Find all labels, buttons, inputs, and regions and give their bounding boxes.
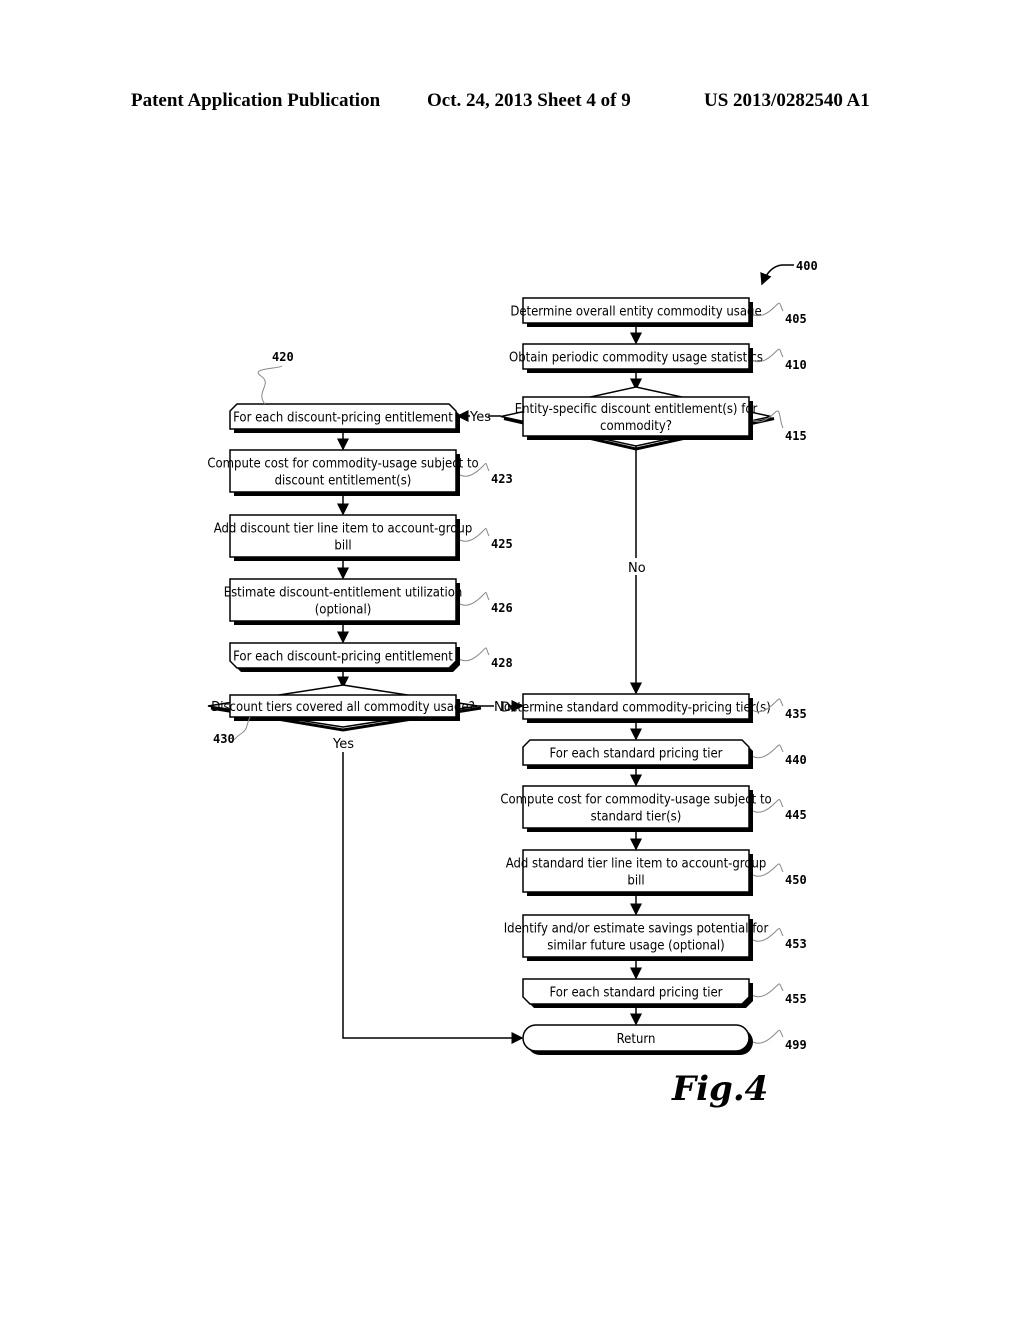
- reference-number: 455: [785, 992, 807, 1006]
- node-text: Add discount tier line item to account-g…: [214, 522, 473, 537]
- reference-number: 415: [785, 429, 807, 443]
- node-text: (optional): [315, 603, 372, 618]
- reference-number: 430: [213, 732, 235, 746]
- figure-reference-number: 400: [796, 259, 818, 273]
- reference-number: 426: [491, 601, 513, 615]
- edge-label-yes: Yes: [332, 737, 354, 752]
- edge-label-no: No: [628, 561, 646, 576]
- flow-node-415: Entity-specific discount entitlement(s) …: [500, 386, 784, 451]
- node-text: similar future usage (optional): [547, 939, 724, 954]
- node-text: discount entitlement(s): [275, 474, 412, 489]
- flow-node-420: For each discount-pricing entitlement: [229, 365, 460, 433]
- flow-node-445: Compute cost for commodity-usage subject…: [500, 785, 784, 832]
- node-text: Discount tiers covered all commodity usa…: [211, 700, 475, 715]
- flow-node-453: Identify and/or estimate savings potenti…: [504, 914, 784, 961]
- node-text: Return: [617, 1032, 656, 1047]
- flow-node-450: Add standard tier line item to account-g…: [506, 849, 784, 896]
- node-text: For each discount-pricing entitlement: [233, 650, 453, 665]
- leader-line: [752, 744, 784, 759]
- edge-yes-430: [342, 752, 524, 1044]
- node-text: Estimate discount-entitlement utilizatio…: [224, 586, 463, 601]
- node-text: Add standard tier line item to account-g…: [506, 857, 767, 872]
- node-text: For each discount-pricing entitlement: [233, 411, 453, 426]
- leader-line: [752, 983, 784, 998]
- edge-label-no: No: [494, 700, 512, 715]
- leader-line: [459, 592, 490, 606]
- reference-number: 435: [785, 707, 807, 721]
- flow-node-405: Determine overall entity commodity usage: [510, 297, 784, 327]
- reference-number: 499: [785, 1038, 807, 1052]
- flow-node-426: Estimate discount-entitlement utilizatio…: [224, 578, 490, 625]
- node-text: Compute cost for commodity-usage subject…: [500, 793, 771, 808]
- edge-label-yes: Yes: [469, 410, 491, 425]
- reference-number: 420: [272, 350, 294, 364]
- reference-number: 440: [785, 753, 807, 767]
- flowchart: Determine overall entity commodity usage…: [207, 259, 818, 1109]
- node-text: Compute cost for commodity-usage subject…: [207, 457, 478, 472]
- reference-number: 410: [785, 358, 807, 372]
- flow-node-499: Return: [522, 1024, 784, 1055]
- reference-number: 423: [491, 472, 513, 486]
- node-text: Determine overall entity commodity usage: [510, 305, 761, 320]
- node-text: bill: [627, 874, 644, 889]
- reference-number: 428: [491, 656, 513, 670]
- flow-node-440: For each standard pricing tier: [522, 739, 784, 769]
- node-text: standard tier(s): [591, 810, 682, 825]
- node-text: For each standard pricing tier: [550, 747, 723, 762]
- leader-line: [459, 647, 490, 662]
- reference-number: 445: [785, 808, 807, 822]
- reference-number: 450: [785, 873, 807, 887]
- node-text: Entity-specific discount entitlement(s) …: [515, 402, 758, 417]
- flow-node-428: For each discount-pricing entitlement: [229, 642, 490, 672]
- node-text: Determine standard commodity-pricing tie…: [501, 701, 771, 716]
- node-text: bill: [334, 539, 351, 554]
- flowchart-nodes: Determine overall entity commodity usage…: [207, 297, 784, 1055]
- leader-line: [257, 365, 283, 405]
- figure-label: Fig.4: [671, 1069, 768, 1109]
- flow-node-423: Compute cost for commodity-usage subject…: [207, 449, 490, 496]
- flow-node-430: Discount tiers covered all commodity usa…: [207, 684, 482, 740]
- leader-line: [752, 1029, 784, 1044]
- flow-node-455: For each standard pricing tier: [522, 978, 784, 1008]
- figure-ref-arrow: [760, 264, 794, 286]
- reference-number: 453: [785, 937, 807, 951]
- node-text: commodity?: [600, 419, 672, 434]
- node-text: Obtain periodic commodity usage statisti…: [509, 351, 763, 366]
- reference-number: 405: [785, 312, 807, 326]
- reference-number: 425: [491, 537, 513, 551]
- flow-node-425: Add discount tier line item to account-g…: [214, 514, 490, 561]
- flow-node-435: Determine standard commodity-pricing tie…: [501, 693, 784, 723]
- flow-node-410: Obtain periodic commodity usage statisti…: [509, 343, 784, 373]
- node-text: Identify and/or estimate savings potenti…: [504, 922, 769, 937]
- node-text: For each standard pricing tier: [550, 986, 723, 1001]
